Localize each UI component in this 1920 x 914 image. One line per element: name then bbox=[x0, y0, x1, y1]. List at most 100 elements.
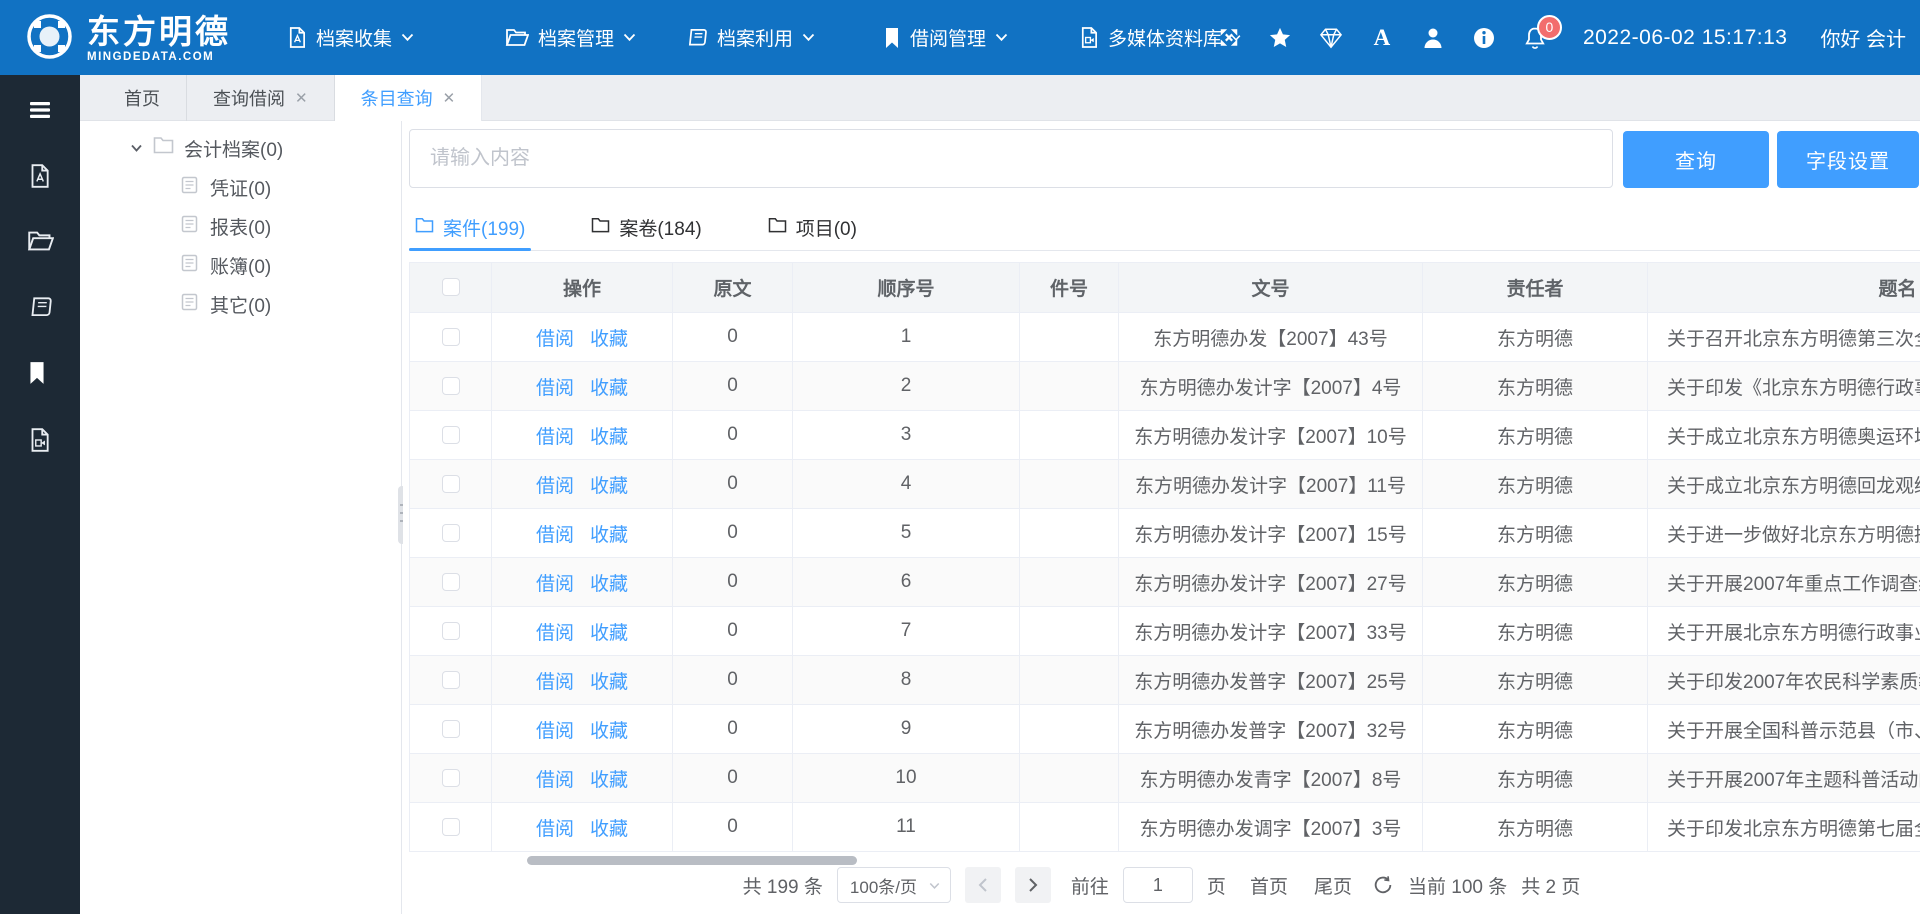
favorite-link[interactable]: 收藏 bbox=[590, 476, 628, 497]
favorite-link[interactable]: 收藏 bbox=[590, 525, 628, 546]
row-checkbox[interactable] bbox=[442, 671, 460, 689]
star-icon[interactable] bbox=[1269, 27, 1291, 49]
result-type-tabs: 案件(199) 案卷(184) 项目(0) bbox=[409, 205, 1920, 251]
fullscreen-icon[interactable] bbox=[1218, 27, 1240, 49]
font-size-icon[interactable]: A bbox=[1371, 27, 1393, 49]
row-checkbox[interactable] bbox=[442, 524, 460, 542]
table-row: 借阅收藏 0 2 东方明德办发计字【2007】4号 东方明德 关于印发《北京东方… bbox=[410, 362, 1920, 411]
row-checkbox[interactable] bbox=[442, 720, 460, 738]
folder-icon bbox=[153, 136, 174, 160]
subtab-folders[interactable]: 案卷(184) bbox=[585, 205, 707, 250]
row-checkbox[interactable] bbox=[442, 622, 460, 640]
tree-node-voucher[interactable]: 凭证(0) bbox=[80, 168, 401, 207]
user-icon[interactable] bbox=[1422, 27, 1444, 49]
favorite-link[interactable]: 收藏 bbox=[590, 574, 628, 595]
user-greeting[interactable]: 你好 会计 bbox=[1820, 23, 1906, 52]
brand-title: 东方明德 bbox=[87, 15, 231, 49]
menu-label: 借阅管理 bbox=[910, 24, 986, 51]
prev-page-button[interactable] bbox=[965, 867, 1001, 903]
borrow-link[interactable]: 借阅 bbox=[536, 329, 574, 350]
left-icon-rail bbox=[0, 75, 80, 914]
horizontal-scrollbar[interactable] bbox=[527, 856, 857, 865]
favorite-link[interactable]: 收藏 bbox=[590, 770, 628, 791]
query-button[interactable]: 查询 bbox=[1623, 131, 1769, 188]
col-header-original: 原文 bbox=[673, 263, 793, 313]
favorite-link[interactable]: 收藏 bbox=[590, 819, 628, 840]
row-checkbox[interactable] bbox=[442, 573, 460, 591]
favorite-link[interactable]: 收藏 bbox=[590, 329, 628, 350]
refresh-icon[interactable] bbox=[1372, 874, 1394, 896]
menu-archive-use[interactable]: 档案利用 bbox=[685, 0, 815, 75]
total-pages-label: 共 2 页 bbox=[1521, 872, 1580, 899]
first-page-link[interactable]: 首页 bbox=[1250, 872, 1288, 899]
favorite-link[interactable]: 收藏 bbox=[590, 672, 628, 693]
cell-original: 0 bbox=[673, 509, 793, 558]
row-checkbox[interactable] bbox=[442, 377, 460, 395]
tree-node-ledger[interactable]: 账簿(0) bbox=[80, 246, 401, 285]
close-icon[interactable]: ✕ bbox=[443, 91, 456, 106]
tree-node-label: 其它(0) bbox=[210, 291, 271, 318]
book-icon bbox=[685, 27, 708, 48]
caret-down-icon[interactable] bbox=[130, 137, 143, 159]
brand-logo[interactable]: 东方明德 MINGDEDATA.COM bbox=[26, 13, 231, 65]
tab-home[interactable]: 首页 bbox=[98, 75, 187, 121]
cell-doc-no: 东方明德办发调字【2007】3号 bbox=[1119, 803, 1423, 852]
menu-archive-manage[interactable]: 档案管理 bbox=[505, 0, 636, 75]
page-size-select[interactable]: 100条/页 bbox=[837, 867, 951, 903]
book-icon[interactable] bbox=[27, 295, 53, 321]
cell-original: 0 bbox=[673, 607, 793, 656]
tab-query-borrow[interactable]: 查询借阅 ✕ bbox=[187, 75, 335, 121]
borrow-link[interactable]: 借阅 bbox=[536, 770, 574, 791]
tree-node-report[interactable]: 报表(0) bbox=[80, 207, 401, 246]
favorite-link[interactable]: 收藏 bbox=[590, 721, 628, 742]
menu-multimedia-library[interactable]: 多媒体资料库 bbox=[1078, 0, 1241, 75]
file-pdf-icon[interactable] bbox=[27, 163, 53, 189]
cell-responsible: 东方明德 bbox=[1423, 362, 1648, 411]
favorite-link[interactable]: 收藏 bbox=[590, 623, 628, 644]
borrow-link[interactable]: 借阅 bbox=[536, 672, 574, 693]
next-page-button[interactable] bbox=[1015, 867, 1051, 903]
favorite-link[interactable]: 收藏 bbox=[590, 378, 628, 399]
document-icon bbox=[181, 254, 198, 278]
info-icon[interactable] bbox=[1473, 27, 1495, 49]
gem-icon[interactable] bbox=[1320, 27, 1342, 49]
favorite-link[interactable]: 收藏 bbox=[590, 427, 628, 448]
search-input[interactable] bbox=[409, 129, 1613, 188]
tab-entry-query[interactable]: 条目查询 ✕ bbox=[335, 75, 483, 121]
borrow-link[interactable]: 借阅 bbox=[536, 623, 574, 644]
select-all-checkbox[interactable] bbox=[442, 278, 460, 296]
subtab-cases[interactable]: 案件(199) bbox=[409, 205, 531, 250]
goto-page-input[interactable] bbox=[1123, 867, 1193, 903]
row-checkbox[interactable] bbox=[442, 328, 460, 346]
hamburger-menu-icon[interactable] bbox=[27, 97, 53, 123]
close-icon[interactable]: ✕ bbox=[295, 91, 308, 106]
open-tabs-bar: 首页 查询借阅 ✕ 条目查询 ✕ bbox=[80, 75, 1920, 121]
field-settings-button[interactable]: 字段设置 bbox=[1777, 131, 1919, 188]
borrow-link[interactable]: 借阅 bbox=[536, 378, 574, 399]
tree-node-accounting-archive[interactable]: 会计档案(0) bbox=[80, 128, 401, 168]
menu-label: 档案利用 bbox=[717, 24, 793, 51]
row-checkbox[interactable] bbox=[442, 426, 460, 444]
borrow-link[interactable]: 借阅 bbox=[536, 525, 574, 546]
menu-archive-collect[interactable]: 档案收集 bbox=[286, 0, 414, 75]
borrow-link[interactable]: 借阅 bbox=[536, 721, 574, 742]
cell-doc-no: 东方明德办发普字【2007】32号 bbox=[1119, 705, 1423, 754]
cell-item-no bbox=[1020, 313, 1119, 362]
cell-title: 关于成立北京东方明德回龙观绿 bbox=[1648, 460, 1920, 509]
menu-borrow-manage[interactable]: 借阅管理 bbox=[883, 0, 1008, 75]
borrow-link[interactable]: 借阅 bbox=[536, 819, 574, 840]
borrow-link[interactable]: 借阅 bbox=[536, 476, 574, 497]
media-file-icon[interactable] bbox=[27, 427, 53, 453]
row-checkbox[interactable] bbox=[442, 818, 460, 836]
last-page-link[interactable]: 尾页 bbox=[1314, 872, 1352, 899]
borrow-link[interactable]: 借阅 bbox=[536, 427, 574, 448]
bookmark-icon[interactable] bbox=[27, 361, 53, 387]
borrow-link[interactable]: 借阅 bbox=[536, 574, 574, 595]
row-checkbox[interactable] bbox=[442, 769, 460, 787]
row-checkbox[interactable] bbox=[442, 475, 460, 493]
notification-bell-icon[interactable]: 0 bbox=[1524, 27, 1546, 49]
folder-open-icon[interactable] bbox=[27, 229, 53, 255]
cell-original: 0 bbox=[673, 656, 793, 705]
tree-node-other[interactable]: 其它(0) bbox=[80, 285, 401, 324]
subtab-projects[interactable]: 项目(0) bbox=[762, 205, 863, 250]
